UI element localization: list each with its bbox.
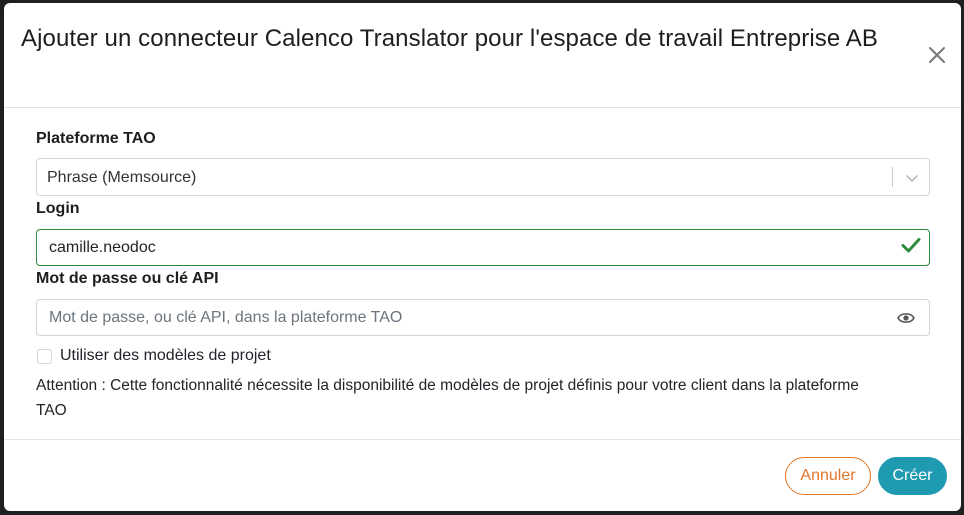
create-button[interactable]: Créer bbox=[878, 457, 947, 495]
login-input[interactable] bbox=[36, 229, 930, 266]
close-button[interactable] bbox=[927, 45, 947, 65]
platform-select[interactable]: Phrase (Memsource) bbox=[36, 158, 930, 196]
password-input[interactable] bbox=[36, 299, 930, 336]
cancel-button[interactable]: Annuler bbox=[785, 457, 871, 495]
eye-icon[interactable] bbox=[897, 311, 915, 325]
dialog-body: Plateforme TAO Phrase (Memsource) Login … bbox=[4, 108, 961, 440]
login-label: Login bbox=[36, 200, 80, 217]
use-templates-checkbox[interactable] bbox=[37, 349, 52, 364]
dialog-footer: Annuler Créer bbox=[4, 440, 961, 510]
platform-label: Plateforme TAO bbox=[36, 130, 156, 147]
dialog-header: Ajouter un connecteur Calenco Translator… bbox=[4, 3, 961, 108]
use-templates-label[interactable]: Utiliser des modèles de projet bbox=[60, 347, 271, 365]
chevron-down-icon bbox=[906, 175, 918, 182]
check-icon bbox=[901, 238, 921, 253]
connector-dialog: Ajouter un connecteur Calenco Translator… bbox=[4, 3, 961, 511]
dialog-title: Ajouter un connecteur Calenco Translator… bbox=[21, 25, 878, 52]
password-label: Mot de passe ou clé API bbox=[36, 270, 219, 287]
close-icon bbox=[929, 47, 945, 63]
select-separator bbox=[892, 167, 893, 187]
templates-warning: Attention : Cette fonctionnalité nécessi… bbox=[36, 377, 859, 419]
platform-select-value: Phrase (Memsource) bbox=[47, 169, 197, 186]
